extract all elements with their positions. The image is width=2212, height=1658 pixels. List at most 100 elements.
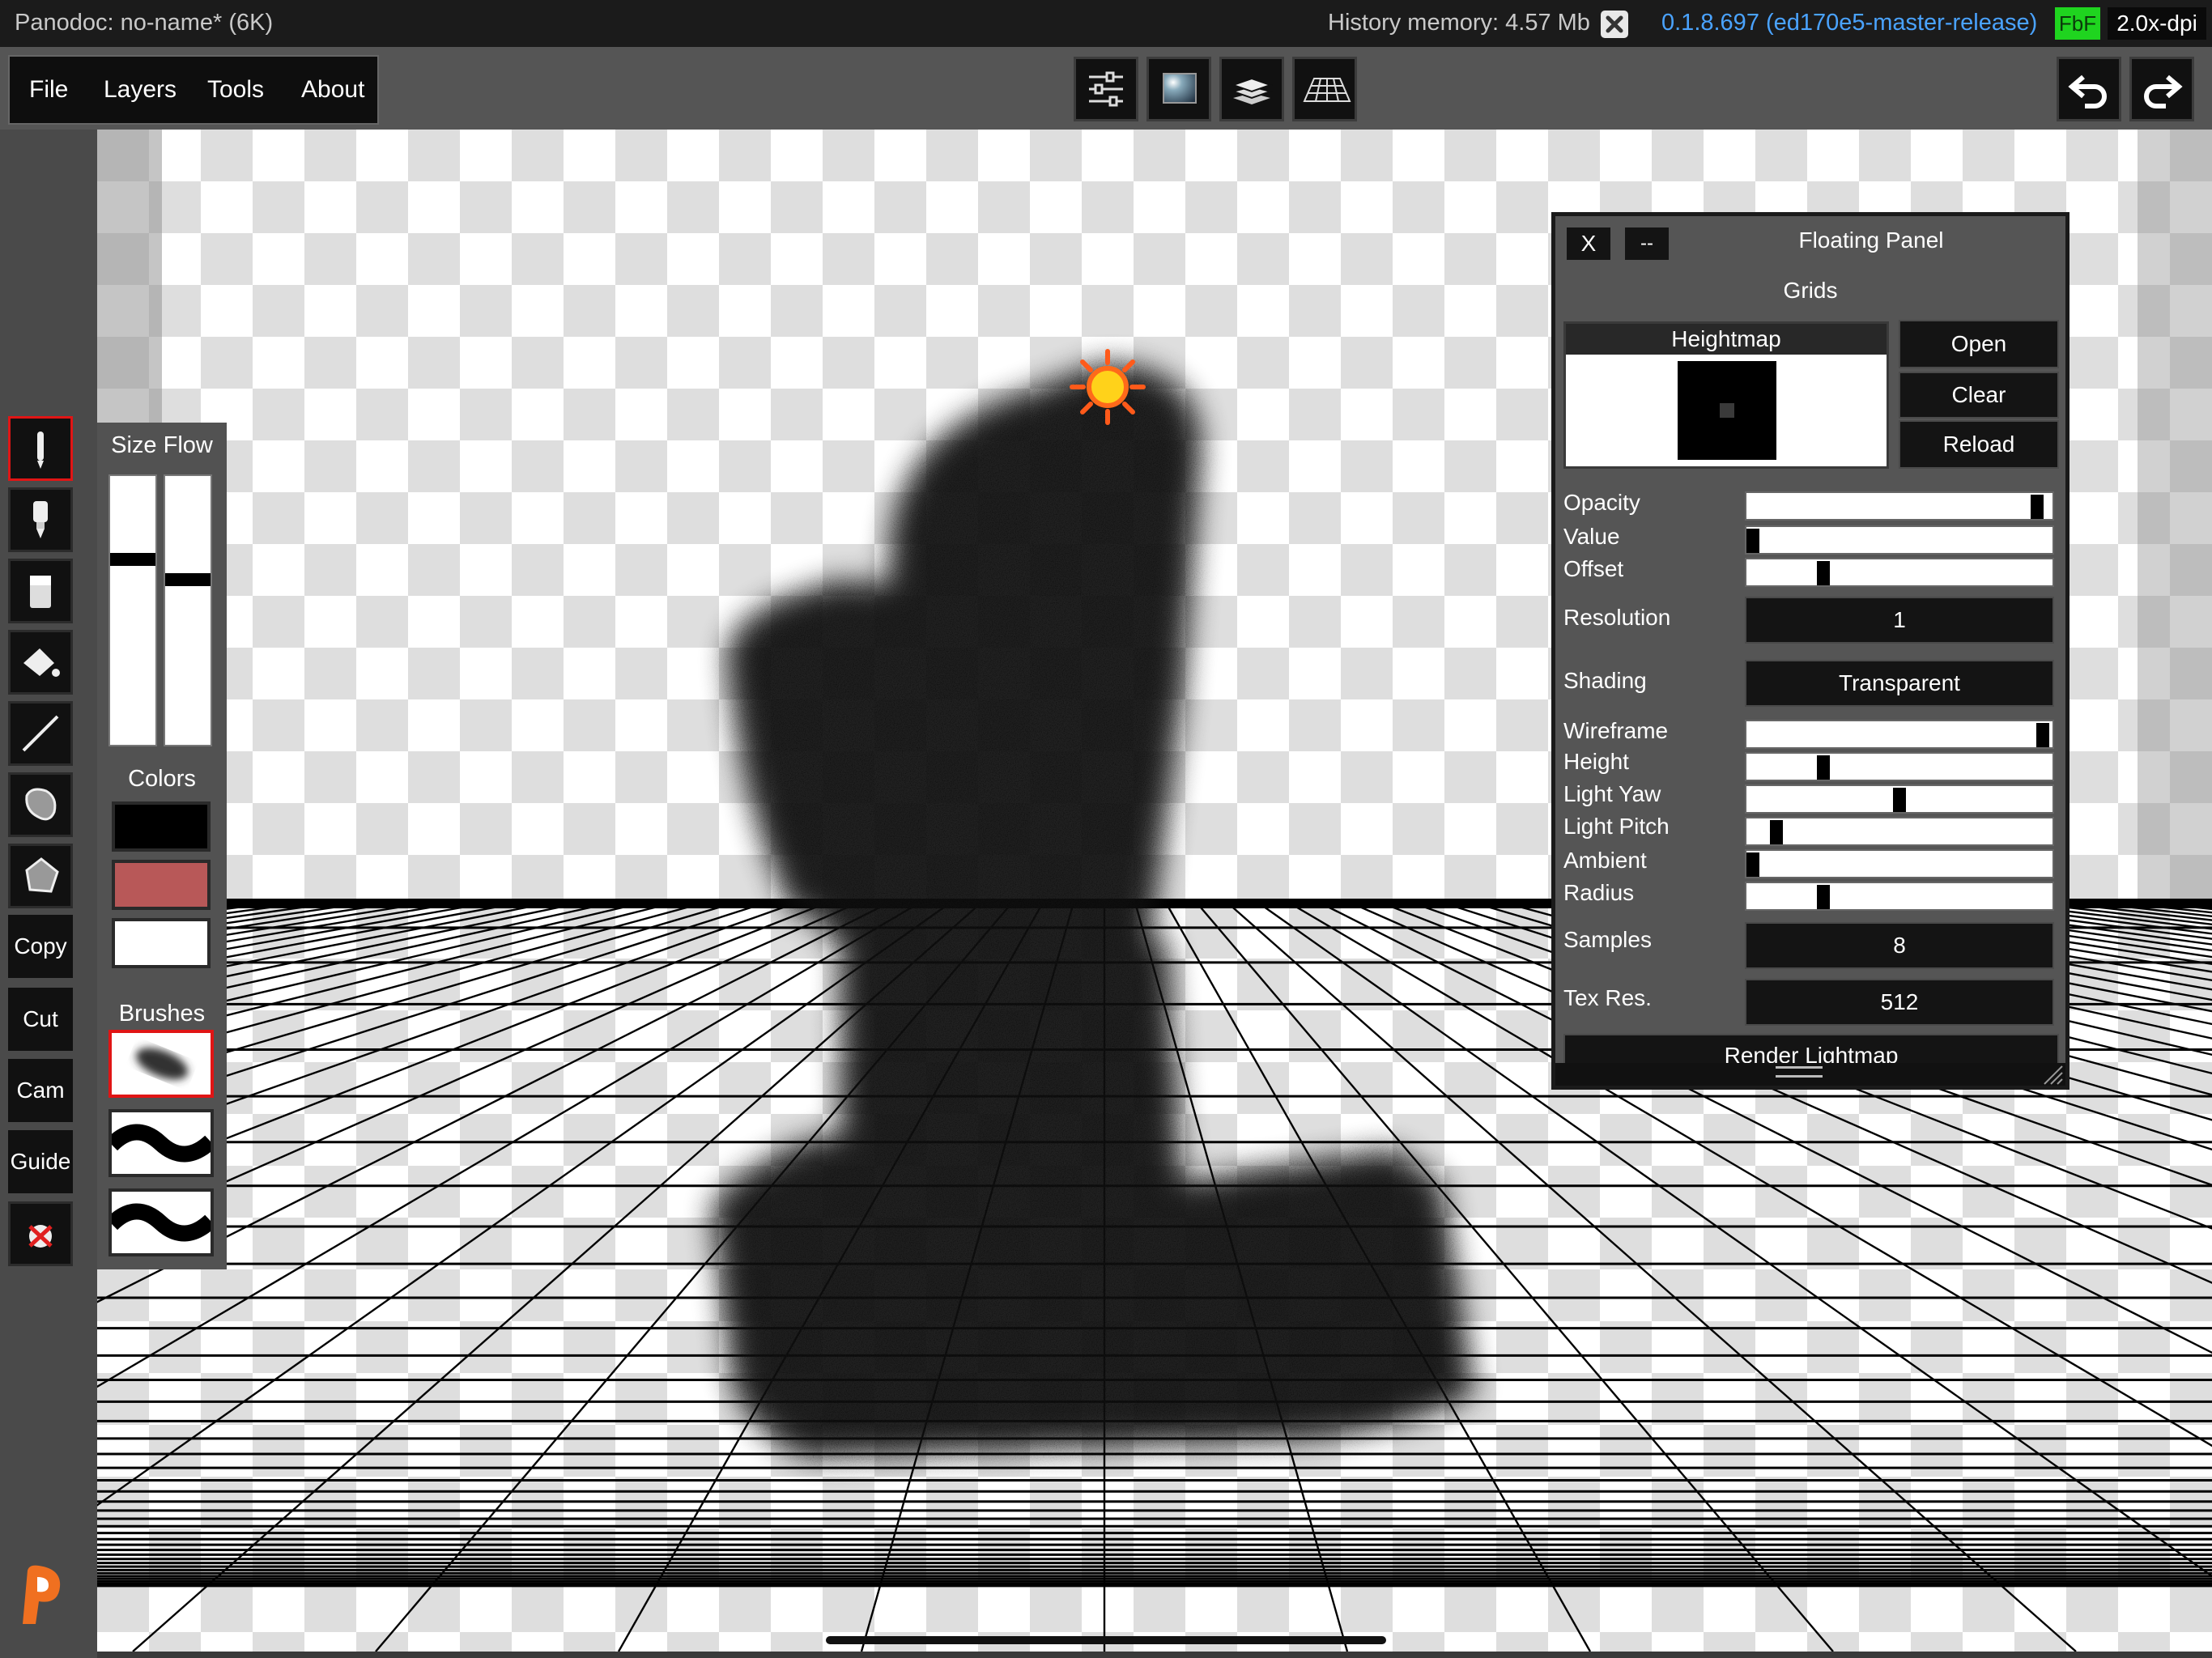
panel-section-title: Grids — [1783, 278, 1838, 303]
sliders-icon — [1089, 71, 1123, 107]
polygon-icon — [25, 857, 59, 893]
panel-title: Floating Panel — [1798, 227, 1944, 253]
layers-button[interactable] — [1219, 57, 1284, 121]
samples-field[interactable]: 8 — [1745, 922, 2054, 969]
heightmap-label: Heightmap — [1566, 324, 1887, 355]
debug-tool[interactable] — [8, 1201, 73, 1266]
main-menu: File Layers Tools About — [8, 55, 379, 125]
version-label: 0.1.8.697 (ed170e5-master-release) — [1661, 10, 2038, 36]
brush-panel: Size Flow Colors Brushes — [97, 423, 227, 1269]
menu-file[interactable]: File — [29, 76, 68, 104]
light-pitch-label: Light Pitch — [1563, 814, 1670, 839]
copy-button[interactable]: Copy — [8, 915, 73, 978]
polygon-tool[interactable] — [8, 844, 73, 908]
tex-res-field[interactable]: 512 — [1745, 979, 2054, 1026]
pencil-tool[interactable] — [8, 416, 73, 481]
light-yaw-label: Light Yaw — [1563, 781, 1661, 806]
brush-soft[interactable] — [108, 1030, 214, 1098]
dpi-badge: 2.0x-dpi — [2108, 7, 2206, 40]
shading-select[interactable]: Transparent — [1745, 660, 2054, 707]
radius-slider[interactable] — [1745, 882, 2054, 911]
menu-tools[interactable]: Tools — [207, 76, 264, 104]
line-icon — [22, 715, 59, 752]
undo-icon — [2068, 74, 2107, 108]
fill-tool[interactable] — [8, 630, 73, 695]
light-yaw-slider[interactable] — [1745, 784, 2054, 814]
brush-wave-2[interactable] — [108, 1188, 214, 1256]
opacity-slider[interactable] — [1745, 491, 2054, 521]
cam-button[interactable]: Cam — [8, 1059, 73, 1122]
size-slider-knob[interactable] — [110, 552, 155, 566]
eraser-tool[interactable] — [8, 559, 73, 623]
image-button[interactable] — [1146, 57, 1211, 121]
size-flow-label: Size Flow — [111, 432, 213, 458]
offset-label: Offset — [1563, 556, 1624, 581]
clear-history-icon[interactable] — [1601, 11, 1628, 38]
brushes-label: Brushes — [118, 1001, 206, 1027]
line-tool[interactable] — [8, 701, 73, 766]
cut-button[interactable]: Cut — [8, 988, 73, 1051]
layers-icon — [1230, 77, 1274, 104]
light-pitch-slider[interactable] — [1745, 817, 2054, 846]
panel-minimize-button[interactable]: -- — [1623, 226, 1670, 261]
resolution-label: Resolution — [1563, 605, 1671, 630]
undo-button[interactable] — [2057, 57, 2121, 121]
clear-button[interactable]: Clear — [1899, 372, 2059, 419]
value-label: Value — [1563, 524, 1620, 549]
grid-icon — [1303, 78, 1351, 102]
bug-icon — [28, 1225, 53, 1248]
flow-slider[interactable] — [164, 474, 212, 746]
offset-slider[interactable] — [1745, 558, 2054, 587]
grid-button[interactable] — [1292, 57, 1357, 121]
background-color-swatch[interactable] — [112, 918, 211, 968]
airbrush-icon — [33, 501, 48, 538]
size-slider[interactable] — [108, 474, 157, 746]
panel-drag-handle[interactable] — [1776, 1066, 1823, 1078]
wireframe-slider[interactable] — [1745, 720, 2054, 749]
soft-brush-icon — [135, 1048, 189, 1080]
adjustments-button[interactable] — [1074, 57, 1138, 121]
heightmap-preview[interactable]: Heightmap — [1563, 321, 1889, 469]
opacity-label: Opacity — [1563, 490, 1640, 515]
wave-brush-icon — [112, 1203, 211, 1242]
ambient-label: Ambient — [1563, 848, 1647, 873]
colors-label: Colors — [128, 766, 196, 792]
menu-about[interactable]: About — [301, 76, 364, 104]
home-indicator — [826, 1636, 1386, 1644]
brush-wave-1[interactable] — [108, 1109, 214, 1177]
floating-panel: X -- Floating Panel Grids Heightmap Open… — [1551, 212, 2069, 1090]
guide-button[interactable]: Guide — [8, 1130, 73, 1193]
reload-button[interactable]: Reload — [1899, 420, 2059, 469]
resize-grip-icon[interactable] — [2040, 1063, 2064, 1086]
menu-bar: File Layers Tools About — [0, 47, 2212, 130]
heightmap-thumbnail — [1678, 361, 1776, 460]
wireframe-label: Wireframe — [1563, 718, 1669, 743]
image-icon — [1163, 73, 1197, 104]
flow-slider-knob[interactable] — [165, 573, 211, 587]
ambient-slider[interactable] — [1745, 849, 2054, 878]
pencil-icon — [37, 432, 44, 469]
open-button[interactable]: Open — [1899, 320, 2059, 368]
resolution-field[interactable]: 1 — [1745, 597, 2054, 644]
panel-close-button[interactable]: X — [1565, 226, 1612, 261]
history-memory: History memory: 4.57 Mb — [1328, 10, 1590, 36]
airbrush-tool[interactable] — [8, 487, 73, 552]
value-slider[interactable] — [1745, 525, 2054, 555]
sun-light-icon[interactable] — [1070, 349, 1146, 425]
redo-button[interactable] — [2129, 57, 2194, 121]
lasso-tool[interactable] — [8, 772, 73, 837]
wave-brush-icon — [112, 1124, 211, 1163]
height-slider[interactable] — [1745, 752, 2054, 781]
secondary-color-swatch[interactable] — [112, 860, 211, 910]
radius-label: Radius — [1563, 880, 1635, 905]
status-bar: Panodoc: no-name* (6K) History memory: 4… — [0, 0, 2212, 47]
height-label: Height — [1563, 749, 1629, 774]
menu-layers[interactable]: Layers — [104, 76, 177, 104]
app-logo — [23, 1565, 61, 1624]
lasso-icon — [25, 788, 57, 821]
redo-icon — [2144, 74, 2183, 108]
shading-label: Shading — [1563, 668, 1647, 693]
primary-color-swatch[interactable] — [112, 801, 211, 852]
samples-label: Samples — [1563, 927, 1652, 952]
fbf-badge: FbF — [2055, 7, 2100, 40]
